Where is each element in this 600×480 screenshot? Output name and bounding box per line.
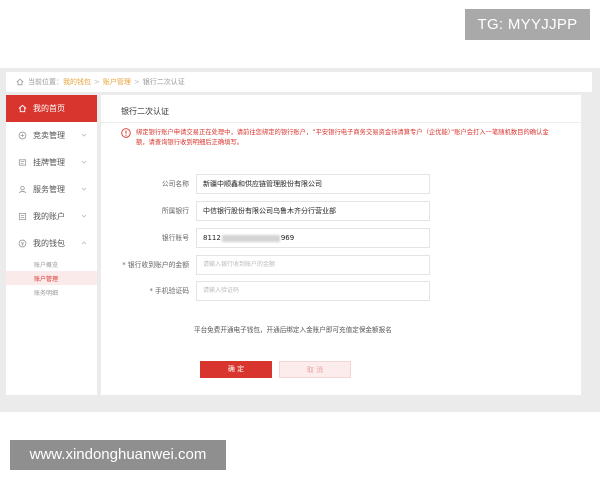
sidebar: 我的首页 竞卖管理 挂牌管理 服务管理 我的账户 我的钱包 账户概览 账户管理 … [6,95,97,395]
bank-field: 中信银行股份有限公司乌鲁木齐分行营业部 [196,201,430,221]
wallet-icon [18,239,27,248]
sidebar-subitem-account-management[interactable]: 账户管理 [6,271,97,285]
breadcrumb-separator: > [133,78,140,86]
sidebar-item-wallet[interactable]: 我的钱包 [6,230,97,257]
confirm-button[interactable]: 确 定 [200,361,272,378]
account-field: 8112 969 [196,228,430,248]
amount-row: * 银行收到账户的金额 请输入银行收到账户的金额 [101,255,581,275]
code-row: * 手机验证码 请输入验证码 [101,281,581,301]
sidebar-subitem-account-overview[interactable]: 账户概览 [6,257,97,271]
account-row: 银行账号 8112 969 [101,228,581,248]
sidebar-item-label: 挂牌管理 [33,158,65,167]
bank-row: 所属银行 中信银行股份有限公司乌鲁木齐分行营业部 [101,201,581,221]
sidebar-subitem-account-details[interactable]: 账务明细 [6,285,97,299]
amount-label: * 银行收到账户的金额 [122,261,189,269]
account-number-prefix: 8112 [203,234,221,242]
verification-code-input[interactable]: 请输入验证码 [196,281,430,301]
breadcrumb-prefix: 当前位置： [28,78,63,86]
page-title: 银行二次认证 [121,107,169,116]
company-label: 公司名称 [161,180,189,188]
promo-text: 平台免费开通电子钱包，开通后绑定入金账户即可充值定保金额报名 [194,326,392,334]
code-label: * 手机验证码 [149,287,189,295]
listing-icon [18,159,27,166]
divider [101,122,581,123]
sidebar-item-service[interactable]: 服务管理 [6,176,97,203]
account-icon [18,212,27,221]
warning-icon [121,128,131,138]
company-field: 新疆中顺鑫和供应链管理股份有限公司 [196,174,430,194]
home-icon [18,104,27,113]
sidebar-item-label: 竞卖管理 [33,131,65,140]
location-icon [16,78,24,86]
sidebar-item-label: 我的账户 [33,212,65,221]
main-card: 银行二次认证 绑定银行账户申请交易正在处理中，请前往您绑定的银行账户，“平安银行… [101,95,581,395]
account-number-mask [221,234,280,242]
account-number-suffix: 969 [280,234,295,242]
breadcrumb-current: 银行二次认证 [142,78,185,86]
amount-input[interactable]: 请输入银行收到账户的金额 [196,255,430,275]
breadcrumb-separator: > [94,78,100,86]
chevron-down-icon [81,133,87,137]
sidebar-item-auction[interactable]: 竞卖管理 [6,122,97,149]
account-label: 银行账号 [161,234,189,242]
chevron-down-icon [81,214,87,218]
notice-message: 绑定银行账户申请交易正在处理中，请前往您绑定的银行账户，“平安银行电子商务交易资… [121,128,561,148]
sidebar-item-listing[interactable]: 挂牌管理 [6,149,97,176]
breadcrumb-my-wallet[interactable]: 我的钱包 [63,77,91,87]
breadcrumb-account-management[interactable]: 账户管理 [103,77,131,87]
sidebar-item-account[interactable]: 我的账户 [6,203,97,230]
company-row: 公司名称 新疆中顺鑫和供应链管理股份有限公司 [101,174,581,194]
sidebar-item-home[interactable]: 我的首页 [6,95,97,122]
watermark-bottom: www.xindonghuanwei.com [10,440,226,470]
sidebar-item-label: 我的首页 [33,104,65,113]
auction-icon [18,131,27,140]
sidebar-item-label: 我的钱包 [33,239,65,248]
service-icon [18,185,27,194]
sidebar-item-label: 服务管理 [33,185,65,194]
notice-text: 绑定银行账户申请交易正在处理中，请前往您绑定的银行账户，“平安银行电子商务交易资… [136,129,549,146]
chevron-down-icon [81,160,87,164]
cancel-button[interactable]: 取 消 [279,361,351,378]
chevron-up-icon [81,241,87,245]
bank-label: 所属银行 [161,207,189,215]
breadcrumb: 当前位置： 我的钱包 > 账户管理 > 银行二次认证 [6,72,592,92]
chevron-down-icon [81,187,87,191]
watermark-top: TG: MYYJJPP [465,9,590,40]
